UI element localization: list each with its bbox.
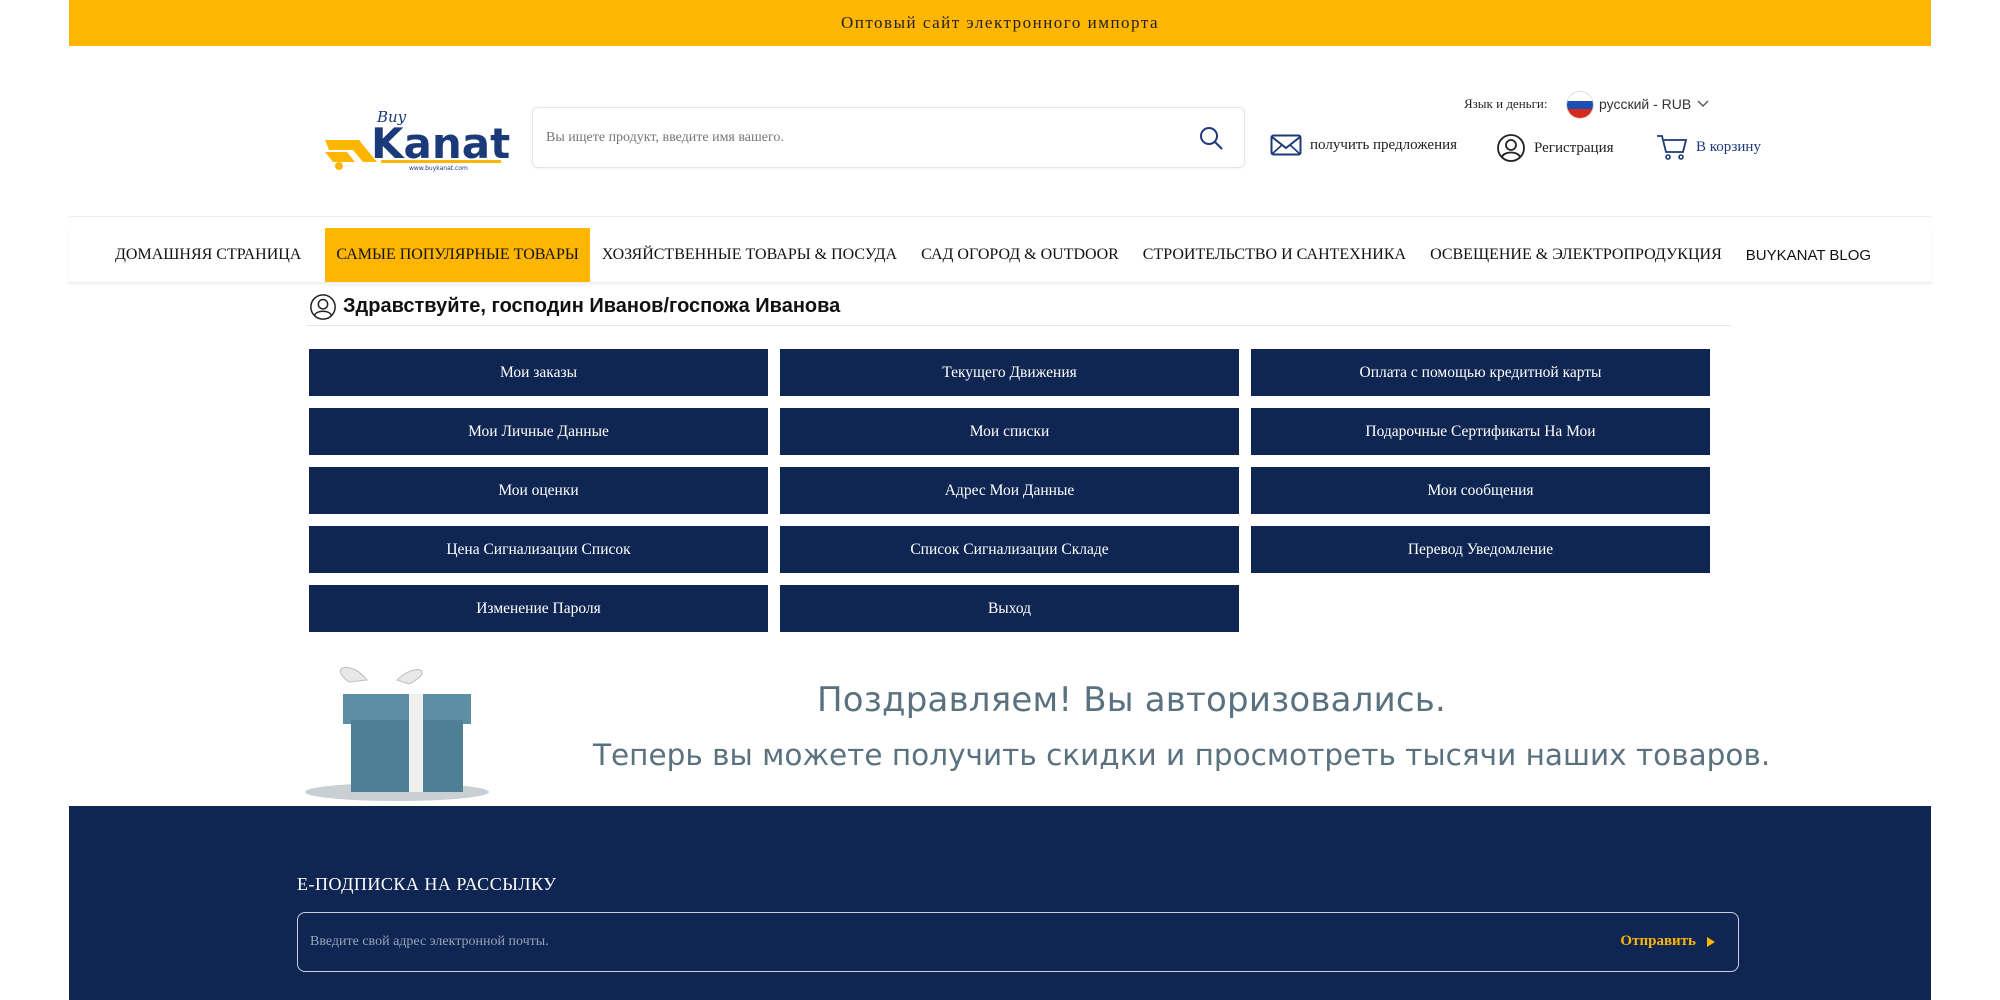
- account-menu-grid: Мои заказы Текущего Движения Оплата с по…: [309, 349, 1713, 632]
- cart-link[interactable]: В корзину: [1656, 133, 1761, 161]
- email-input[interactable]: [310, 913, 1310, 971]
- submit-label: Отправить: [1620, 933, 1696, 949]
- register-label: Регистрация: [1534, 139, 1614, 156]
- change-password-button[interactable]: Изменение Пароля: [309, 585, 768, 632]
- cart-icon: [1657, 135, 1688, 160]
- announcement-text: Оптовый сайт электронного импорта: [840, 13, 1160, 32]
- submit-button[interactable]: Отправить: [1620, 933, 1716, 950]
- address-data-button[interactable]: Адрес Мои Данные: [780, 467, 1239, 514]
- nav-item-lighting[interactable]: ОСВЕЩЕНИЕ & ЭЛЕКТРОПРОДУКЦИЯ: [1418, 228, 1734, 282]
- stock-alert-list-button[interactable]: Список Сигнализации Складе: [780, 526, 1239, 573]
- language-currency-value: русский - RUB: [1599, 96, 1692, 112]
- my-messages-button[interactable]: Мои сообщения: [1251, 467, 1710, 514]
- search-input[interactable]: [546, 108, 1166, 167]
- chevron-down-icon: [1697, 100, 1709, 107]
- register-link[interactable]: Регистрация: [1496, 133, 1614, 163]
- newsletter-form: Отправить: [297, 912, 1739, 972]
- user-circle-icon: [310, 293, 336, 320]
- russia-flag-icon[interactable]: [1566, 91, 1594, 119]
- login-success-banner: Поздравляем! Вы авторизовались. Теперь в…: [297, 658, 1770, 806]
- gift-certificates-button[interactable]: Подарочные Сертификаты На Мои: [1251, 408, 1710, 455]
- nav-item-household[interactable]: ХОЗЯЙСТВЕННЫЕ ТОВАРЫ & ПОСУДА: [590, 228, 909, 282]
- newsletter-title: E-ПОДПИСКА НА РАССЫЛКУ: [297, 874, 557, 894]
- my-lists-button[interactable]: Мои списки: [780, 408, 1239, 455]
- buykanat-logo[interactable]: Buy Kanat www.buykanat.com: [319, 100, 519, 172]
- my-ratings-button[interactable]: Мои оценки: [309, 467, 768, 514]
- get-offers-label: получить предложения: [1310, 136, 1458, 153]
- svg-text:www.buykanat.com: www.buykanat.com: [409, 165, 468, 172]
- banner-headline: Поздравляем! Вы авторизовались.: [817, 680, 1447, 720]
- main-navigation: ДОМАШНЯЯ СТРАНИЦА САМЫЕ ПОПУЛЯРНЫЕ ТОВАР…: [69, 228, 1931, 283]
- get-offers-link[interactable]: получить предложения: [1270, 133, 1457, 157]
- transfer-notification-button[interactable]: Перевод Уведомление: [1251, 526, 1710, 573]
- footer: E-ПОДПИСКА НА РАССЫЛКУ Отправить: [69, 806, 1931, 1000]
- envelope-icon: [1270, 134, 1302, 156]
- price-alert-list-button[interactable]: Цена Сигнализации Список: [309, 526, 768, 573]
- top-announcement-bar: Оптовый сайт электронного импорта: [69, 0, 1931, 46]
- header-divider: [69, 216, 1931, 217]
- nav-item-construction[interactable]: СТРОИТЕЛЬСТВО И САНТЕХНИКА: [1131, 228, 1418, 282]
- my-orders-button[interactable]: Мои заказы: [309, 349, 768, 396]
- search-box: [532, 107, 1245, 168]
- nav-item-home[interactable]: ДОМАШНЯЯ СТРАНИЦА: [69, 228, 313, 282]
- page: Оптовый сайт электронного импорта Buy Ka…: [69, 0, 1931, 1000]
- cart-label: В корзину: [1696, 138, 1761, 155]
- search-icon[interactable]: [1198, 125, 1224, 151]
- nav-item-popular[interactable]: САМЫЕ ПОПУЛЯРНЫЕ ТОВАРЫ: [325, 228, 590, 282]
- banner-subline: Теперь вы можете получить скидки и просм…: [593, 738, 1771, 772]
- credit-card-payment-button[interactable]: Оплата с помощью кредитной карты: [1251, 349, 1710, 396]
- play-arrow-icon: [1707, 936, 1715, 947]
- personal-data-button[interactable]: Мои Личные Данные: [309, 408, 768, 455]
- gift-box-icon: [305, 666, 489, 801]
- language-currency-selector[interactable]: русский - RUB: [1599, 96, 1709, 112]
- nav-item-garden[interactable]: САД ОГОРОД & OUTDOOR: [909, 228, 1131, 282]
- language-currency-label: Язык и деньги:: [1464, 96, 1548, 111]
- nav-item-blog[interactable]: BUYKANAT BLOG: [1734, 228, 1883, 282]
- user-icon: [1497, 134, 1525, 162]
- account-greeting: Здравствуйте, господин Иванов/госпожа Ив…: [307, 288, 1731, 326]
- logout-button[interactable]: Выход: [780, 585, 1239, 632]
- current-movement-button[interactable]: Текущего Движения: [780, 349, 1239, 396]
- greeting-text: Здравствуйте, господин Иванов/госпожа Ив…: [343, 295, 841, 317]
